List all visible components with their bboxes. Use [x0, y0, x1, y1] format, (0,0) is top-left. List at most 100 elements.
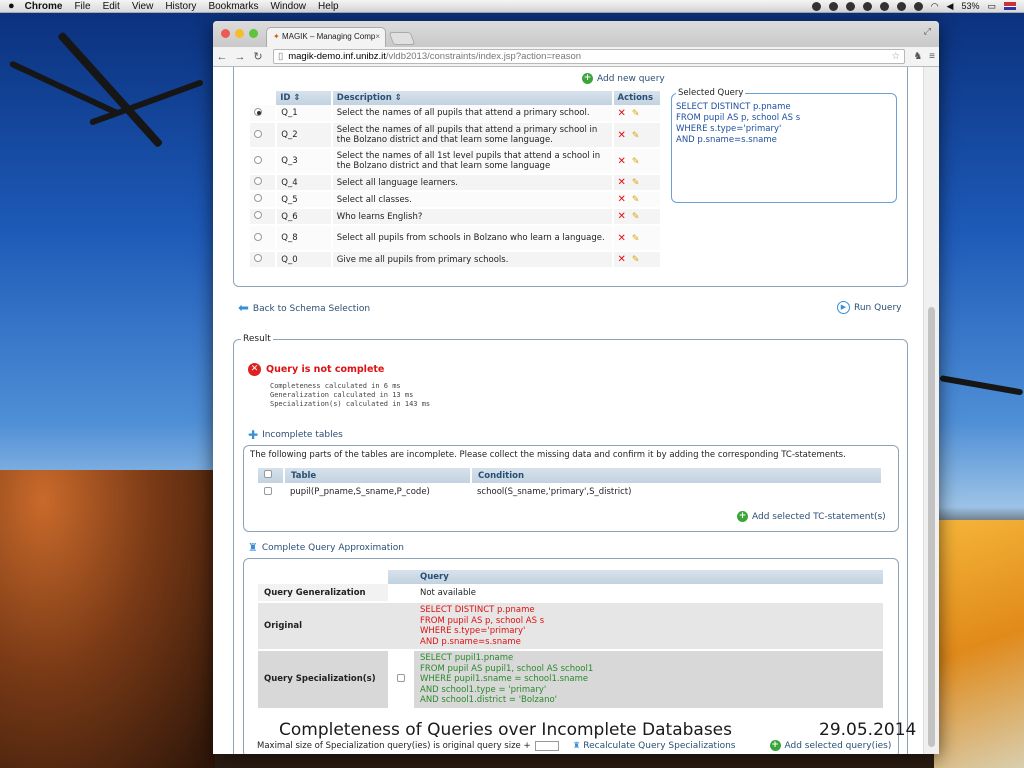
query-radio[interactable] — [254, 232, 262, 241]
add-selected-queries-button[interactable]: + Add selected query(ies) — [769, 740, 891, 751]
delete-icon[interactable]: ✕ — [618, 130, 626, 141]
table-row[interactable]: Q_2 Select the names of all pupils that … — [250, 122, 662, 149]
edit-pencil-icon[interactable]: ✎ — [632, 131, 640, 141]
zoom-window-icon[interactable] — [249, 29, 258, 38]
close-window-icon[interactable] — [221, 29, 230, 38]
fullscreen-icon[interactable]: ⤢ — [924, 27, 931, 37]
table-row[interactable]: Q_0 Give me all pupils from primary scho… — [250, 251, 662, 269]
selected-query-line: SELECT DISTINCT p.pname — [676, 102, 791, 112]
queries-table: ID ⇕ Description ⇕ Actions Q_1 Select th… — [250, 91, 662, 269]
table-row[interactable]: Query Specialization(s) SELECT pupil1.pn… — [258, 650, 883, 710]
edit-pencil-icon[interactable]: ✎ — [632, 234, 640, 244]
bookmark-star-icon[interactable]: ☆ — [891, 51, 900, 62]
actions-cell: ✕ ✎ — [612, 148, 662, 175]
specialization-line: AND school1.type = 'primary' — [420, 684, 547, 695]
menu-edit[interactable]: Edit — [103, 1, 120, 12]
query-radio[interactable] — [254, 107, 262, 116]
status-icon[interactable] — [862, 1, 872, 11]
delete-icon[interactable]: ✕ — [618, 233, 626, 244]
query-radio[interactable] — [254, 177, 262, 185]
menu-window[interactable]: Window — [270, 1, 306, 12]
delete-icon[interactable]: ✕ — [618, 194, 626, 205]
tab-magik[interactable]: ✦ MAGIK – Managing Comp × — [266, 27, 386, 47]
table-row[interactable]: Q_8 Select all pupils from schools in Bo… — [250, 225, 662, 252]
desktop-dune-left — [0, 470, 215, 768]
new-tab-button[interactable] — [388, 32, 416, 45]
select-all-checkbox[interactable] — [264, 470, 272, 478]
menu-app-name[interactable]: Chrome — [25, 1, 63, 12]
scrollbar-thumb[interactable] — [928, 307, 935, 747]
col-id-header[interactable]: ID ⇕ — [276, 91, 333, 105]
table-row[interactable]: Q_3 Select the names of all 1st level pu… — [250, 148, 662, 175]
query-radio[interactable] — [254, 194, 262, 202]
recalculate-button[interactable]: ♜ Recalculate Query Specializations — [573, 741, 736, 751]
page-content: + Add new query ID ⇕ Description ⇕ Actio… — [213, 67, 923, 754]
edit-pencil-icon[interactable]: ✎ — [632, 195, 640, 205]
row-checkbox[interactable] — [264, 486, 272, 495]
query-radio[interactable] — [254, 254, 262, 262]
address-bar[interactable]: ▯ magik-demo.inf.unibz.it/vldb2013/const… — [273, 49, 905, 64]
minimize-window-icon[interactable] — [235, 29, 244, 38]
menu-bookmarks[interactable]: Bookmarks — [208, 1, 258, 12]
radio-cell — [250, 251, 278, 269]
menu-history[interactable]: History — [165, 1, 196, 12]
menu-icon[interactable]: ≡ — [925, 51, 939, 62]
table-row[interactable]: Q_4 Select all language learners. ✕ ✎ — [250, 174, 662, 192]
delete-icon[interactable]: ✕ — [618, 177, 626, 188]
battery-icon[interactable]: ▭ — [987, 1, 996, 12]
status-icon[interactable] — [828, 1, 838, 11]
run-query-button[interactable]: ▶ Run Query — [837, 301, 901, 314]
forward-icon[interactable]: → — [231, 51, 249, 63]
status-icon[interactable] — [811, 1, 821, 11]
back-icon[interactable]: ← — [213, 51, 231, 63]
table-row[interactable]: pupil(P_pname,S_sname,P_code) school(S_s… — [258, 483, 882, 501]
query-id: Q_4 — [276, 174, 333, 192]
specialization-checkbox[interactable] — [397, 673, 405, 682]
query-radio[interactable] — [254, 155, 262, 164]
edit-pencil-icon[interactable]: ✎ — [632, 109, 640, 119]
edit-pencil-icon[interactable]: ✎ — [632, 212, 640, 222]
original-label: Original — [258, 602, 388, 651]
query-description: Select all classes. — [331, 191, 614, 209]
tab-close-icon[interactable]: × — [375, 32, 380, 41]
dropbox-icon[interactable] — [879, 1, 889, 11]
spacer-cell — [388, 602, 414, 651]
flag-icon[interactable] — [1004, 2, 1016, 10]
status-icon[interactable] — [845, 1, 855, 11]
approximation-table: Query Query Generalization Not available… — [258, 570, 883, 710]
col-description-header[interactable]: Description ⇕ — [331, 91, 614, 105]
specialization-check-cell — [388, 650, 414, 710]
query-id: Q_0 — [276, 251, 333, 269]
extension-icon[interactable]: ♞ — [911, 51, 925, 62]
delete-icon[interactable]: ✕ — [618, 254, 626, 265]
edit-pencil-icon[interactable]: ✎ — [632, 157, 640, 167]
time-machine-icon[interactable] — [896, 1, 906, 11]
table-row[interactable]: Q_1 Select the names of all pupils that … — [250, 105, 662, 123]
row-checkbox-cell — [258, 483, 284, 501]
table-row[interactable]: Q_5 Select all classes. ✕ ✎ — [250, 191, 662, 209]
delete-icon[interactable]: ✕ — [618, 108, 626, 119]
menu-help[interactable]: Help — [318, 1, 339, 12]
wifi-icon[interactable]: ◠ — [931, 1, 939, 12]
menu-file[interactable]: File — [74, 1, 90, 12]
add-tc-statement-button[interactable]: + Add selected TC-statement(s) — [737, 511, 886, 522]
browser-window: ✦ MAGIK – Managing Comp × ⤢ ← → ↻ ▯ magi… — [213, 21, 939, 754]
query-radio[interactable] — [254, 129, 262, 138]
delete-icon[interactable]: ✕ — [618, 211, 626, 222]
page-scrollbar[interactable] — [923, 67, 939, 754]
max-size-input[interactable] — [534, 740, 559, 751]
battery-text[interactable]: 53% — [961, 1, 979, 11]
bluetooth-icon[interactable] — [913, 1, 923, 11]
apple-icon[interactable]: ● — [8, 0, 15, 12]
reload-icon[interactable]: ↻ — [249, 50, 267, 63]
delete-icon[interactable]: ✕ — [618, 156, 626, 167]
menu-view[interactable]: View — [132, 1, 154, 12]
edit-pencil-icon[interactable]: ✎ — [632, 255, 640, 265]
back-to-schema-link[interactable]: ⬅ Back to Schema Selection — [238, 301, 370, 316]
query-radio[interactable] — [254, 211, 262, 219]
table-row[interactable]: Q_6 Who learns English? ✕ ✎ — [250, 208, 662, 226]
edit-pencil-icon[interactable]: ✎ — [632, 178, 640, 188]
original-line: SELECT DISTINCT p.pname — [420, 605, 535, 615]
volume-icon[interactable]: ◀ — [947, 1, 954, 12]
add-new-query-link[interactable]: + Add new query — [582, 73, 665, 84]
